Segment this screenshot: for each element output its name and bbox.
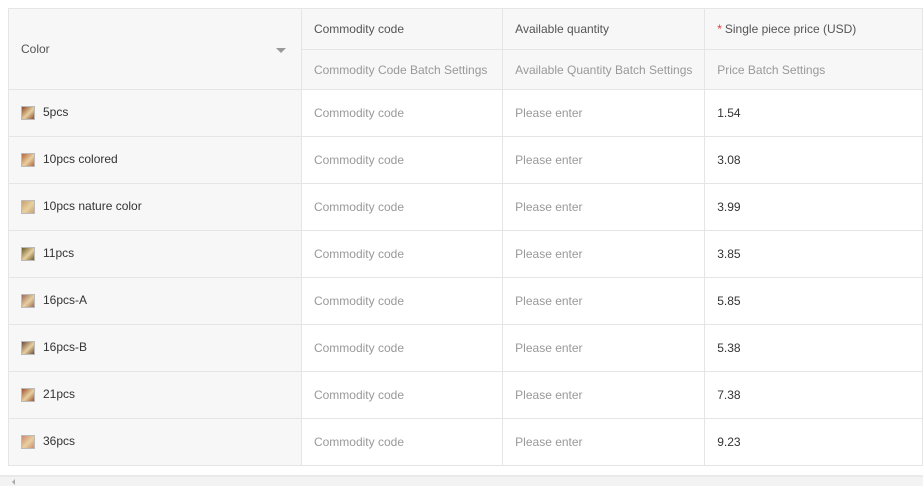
commodity-code-input[interactable]: Commodity code (300, 230, 504, 278)
commodity-code-input[interactable]: Commodity code (300, 371, 504, 419)
sku-table-panel: Color Commodity code Available quantity … (0, 0, 923, 486)
available-quantity-input[interactable]: Please enter (502, 371, 706, 419)
color-label: 11pcs (43, 246, 75, 260)
color-cell: 36pcs (8, 418, 302, 466)
price-input[interactable]: 7.38 (704, 371, 923, 419)
color-label: 36pcs (43, 434, 76, 448)
color-cell: 21pcs (8, 371, 302, 419)
available-quantity-input[interactable]: Please enter (502, 230, 706, 278)
chevron-down-icon[interactable] (275, 48, 286, 53)
color-label: 16pcs-B (43, 340, 88, 354)
price-input[interactable]: 9.23 (704, 418, 923, 466)
color-label: 10pcs colored (43, 152, 118, 166)
table-row: 11pcs Commodity code Please enter 3.85 (8, 230, 923, 278)
table-row: 36pcs Commodity code Please enter 9.23 (8, 418, 923, 466)
available-quantity-input[interactable]: Please enter (502, 277, 706, 325)
commodity-code-input[interactable]: Commodity code (300, 136, 504, 184)
price-header: * Single piece price (USD) (704, 8, 923, 50)
table-row: 10pcs nature color Commodity code Please e… (8, 183, 923, 231)
product-thumbnail[interactable] (21, 435, 35, 449)
horizontal-scrollbar[interactable] (0, 477, 923, 486)
scroll-left-arrow-icon[interactable] (12, 479, 15, 485)
color-cell: 16pcs-A (8, 277, 302, 325)
color-cell: 5pcs (8, 89, 302, 137)
product-thumbnail[interactable] (21, 294, 35, 308)
table-row: 16pcs-A Commodity code Please enter 5.85 (8, 277, 923, 325)
product-thumbnail[interactable] (21, 388, 35, 402)
product-thumbnail[interactable] (21, 200, 35, 214)
color-cell: 11pcs (8, 230, 302, 278)
product-thumbnail[interactable] (21, 106, 35, 120)
table-row: 21pcs Commodity code Please enter 7.38 (8, 371, 923, 419)
color-column-header[interactable]: Color (8, 8, 302, 90)
available-quantity-input[interactable]: Please enter (502, 183, 706, 231)
table-row: 5pcs Commodity code Please enter 1.54 (8, 89, 923, 137)
product-thumbnail[interactable] (21, 341, 35, 355)
available-quantity-header: Available quantity (502, 8, 706, 50)
commodity-code-input[interactable]: Commodity code (300, 183, 504, 231)
table-row: 16pcs-B Commodity code Please enter 5.38 (8, 324, 923, 372)
price-input[interactable]: 3.99 (704, 183, 923, 231)
price-header-label: Single piece price (USD) (724, 22, 857, 36)
color-cell: 10pcs colored (8, 136, 302, 184)
color-cell: 16pcs-B (8, 324, 302, 372)
available-quantity-input[interactable]: Please enter (502, 136, 706, 184)
color-label: 16pcs-A (43, 293, 88, 307)
sku-table: Color Commodity code Available quantity … (8, 8, 923, 466)
commodity-code-input[interactable]: Commodity code (300, 277, 504, 325)
price-input[interactable]: 3.08 (704, 136, 923, 184)
commodity-code-input[interactable]: Commodity code (300, 324, 504, 372)
color-label: 10pcs nature color (43, 199, 142, 213)
product-thumbnail[interactable] (21, 153, 35, 167)
price-input[interactable]: 5.38 (704, 324, 923, 372)
color-cell: 10pcs nature color (8, 183, 302, 231)
color-label: 5pcs (43, 105, 69, 119)
commodity-code-input[interactable]: Commodity code (300, 418, 504, 466)
commodity-code-input[interactable]: Commodity code (300, 89, 504, 137)
available-quantity-input[interactable]: Please enter (502, 324, 706, 372)
available-quantity-input[interactable]: Please enter (502, 89, 706, 137)
required-mark: * (717, 22, 722, 36)
color-header-label: Color (21, 42, 50, 56)
price-input[interactable]: 3.85 (704, 230, 923, 278)
color-label: 21pcs (43, 387, 76, 401)
product-thumbnail[interactable] (21, 247, 35, 261)
sku-rows: 5pcs Commodity code Please enter 1.54 10pcs … (8, 89, 923, 466)
commodity-code-batch-input[interactable]: Commodity Code Batch Settings (300, 49, 504, 90)
table-row: 10pcs colored Commodity code Please enter 3… (8, 136, 923, 184)
price-input[interactable]: 1.54 (704, 89, 923, 137)
commodity-code-header: Commodity code (300, 8, 504, 50)
available-quantity-input[interactable]: Please enter (502, 418, 706, 466)
price-batch-input[interactable]: Price Batch Settings (704, 49, 923, 90)
available-quantity-batch-input[interactable]: Available Quantity Batch Settings (502, 49, 706, 90)
price-input[interactable]: 5.85 (704, 277, 923, 325)
